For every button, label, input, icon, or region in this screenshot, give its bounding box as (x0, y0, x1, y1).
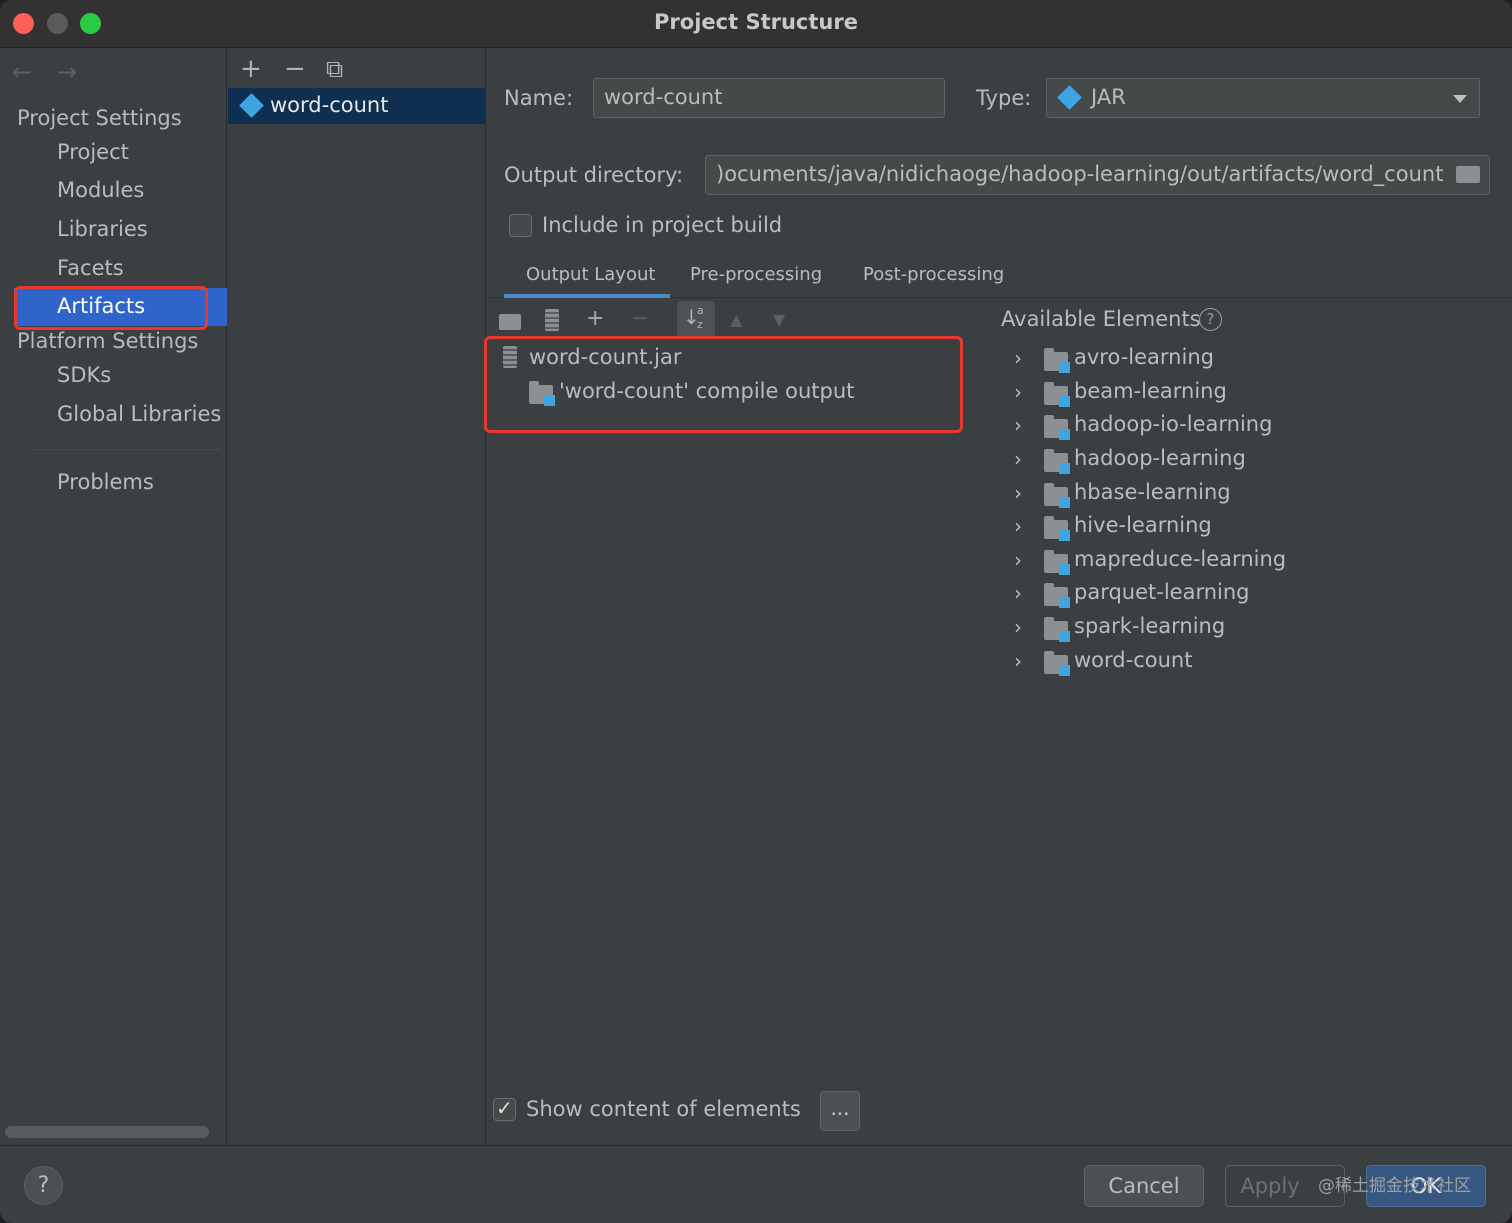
module-folder-icon (1044, 516, 1070, 541)
module-folder-icon (1044, 348, 1070, 373)
type-dropdown[interactable]: JAR (1046, 78, 1480, 118)
type-label: Type: (976, 86, 1032, 110)
include-in-build-label: Include in project build (542, 213, 783, 237)
title-bar: Project Structure (0, 0, 1512, 48)
chevron-right-icon[interactable]: › (1014, 346, 1022, 370)
sidebar-item-modules[interactable]: Modules (57, 178, 144, 202)
chevron-right-icon[interactable]: › (1014, 413, 1022, 437)
tab-post-processing[interactable]: Post-processing (863, 264, 1004, 285)
chevron-right-icon[interactable]: › (1014, 649, 1022, 673)
chevron-right-icon[interactable]: › (1014, 447, 1022, 471)
create-archive-icon[interactable] (545, 309, 559, 331)
module-folder-icon (1044, 382, 1070, 407)
help-button[interactable]: ? (24, 1166, 63, 1205)
back-arrow-icon[interactable]: ← (12, 58, 32, 86)
project-structure-window: Project Structure ← → Project Settings P… (0, 0, 1512, 1223)
show-content-checkbox[interactable]: ✓ (493, 1096, 516, 1121)
chevron-right-icon[interactable]: › (1014, 481, 1022, 505)
available-elements-header: Available Elements (1001, 307, 1201, 331)
sort-elements-button[interactable]: ↓ a z (677, 301, 715, 337)
available-element-label: hbase-learning (1074, 480, 1231, 504)
move-down-icon[interactable]: ▼ (773, 310, 785, 329)
output-directory-label: Output directory: (504, 163, 684, 187)
help-circle-icon[interactable]: ? (1199, 308, 1222, 331)
name-field[interactable]: word-count (593, 78, 945, 118)
module-folder-icon (1044, 583, 1070, 608)
sidebar-horizontal-scrollbar[interactable] (5, 1126, 209, 1138)
sidebar-divider (30, 449, 220, 450)
artifact-list-item[interactable]: word-count (228, 88, 485, 124)
name-label: Name: (504, 86, 574, 110)
type-dropdown-value: JAR (1091, 85, 1126, 109)
window-title: Project Structure (654, 10, 858, 34)
sidebar-item-facets[interactable]: Facets (57, 256, 124, 280)
watermark-text: @稀土掘金技术社区 (1318, 1176, 1471, 1196)
module-folder-icon (1044, 415, 1070, 440)
dialog-footer: ? Cancel Apply OK @稀土掘金技术社区 (0, 1145, 1512, 1223)
artifact-list-panel: + − ⧉ word-count (228, 48, 486, 1145)
chevron-right-icon[interactable]: › (1014, 581, 1022, 605)
include-in-build-checkbox[interactable] (509, 214, 532, 237)
remove-element-icon[interactable]: − (631, 306, 649, 331)
module-folder-icon (1044, 449, 1070, 474)
available-element-label: word-count (1074, 648, 1193, 672)
add-artifact-icon[interactable]: + (240, 54, 262, 84)
copy-artifact-icon[interactable]: ⧉ (326, 55, 343, 83)
module-folder-icon (1044, 617, 1070, 642)
available-element-label: avro-learning (1074, 345, 1214, 369)
forward-arrow-icon[interactable]: → (57, 58, 77, 86)
output-directory-value: )ocuments/java/nidichaoge/hadoop-learnin… (716, 162, 1444, 186)
chevron-right-icon[interactable]: › (1014, 380, 1022, 404)
layout-highlight-box (484, 336, 963, 433)
settings-sidebar: ← → Project Settings Project Modules Lib… (0, 48, 227, 1145)
tab-output-layout[interactable]: Output Layout (526, 264, 655, 285)
add-element-icon[interactable]: + (586, 306, 604, 331)
module-folder-icon (1044, 550, 1070, 575)
sidebar-item-global-libraries[interactable]: Global Libraries (57, 402, 221, 426)
show-content-label: Show content of elements (526, 1097, 801, 1121)
project-settings-header: Project Settings (17, 106, 182, 130)
folder-browse-icon[interactable] (1456, 166, 1480, 183)
available-element-label: hadoop-learning (1074, 446, 1246, 470)
apply-button-label: Apply (1240, 1174, 1300, 1198)
available-element-label: beam-learning (1074, 379, 1227, 403)
available-element-label: spark-learning (1074, 614, 1226, 638)
move-up-icon[interactable]: ▲ (730, 310, 742, 329)
available-element-label: mapreduce-learning (1074, 547, 1287, 571)
sidebar-item-project[interactable]: Project (57, 140, 129, 164)
artifact-list-item-label: word-count (270, 93, 389, 117)
create-directory-icon[interactable] (499, 314, 521, 330)
platform-settings-header: Platform Settings (17, 329, 199, 353)
output-directory-field[interactable]: )ocuments/java/nidichaoge/hadoop-learnin… (705, 155, 1490, 195)
checkmark-icon: ✓ (496, 1096, 513, 1120)
module-folder-icon (1044, 651, 1070, 676)
module-folder-icon (1044, 483, 1070, 508)
available-element-label: hive-learning (1074, 513, 1212, 537)
chevron-right-icon[interactable]: › (1014, 615, 1022, 639)
jar-type-icon (1057, 85, 1082, 110)
chevron-right-icon[interactable]: › (1014, 514, 1022, 538)
chevron-down-icon (1453, 95, 1467, 103)
artifacts-highlight-box (14, 286, 208, 330)
jar-artifact-icon (239, 93, 264, 118)
sidebar-item-sdks[interactable]: SDKs (57, 363, 111, 387)
available-element-label: parquet-learning (1074, 580, 1250, 604)
active-tab-indicator (504, 294, 670, 298)
cancel-button[interactable]: Cancel (1084, 1165, 1204, 1207)
show-content-options-button[interactable]: ... (820, 1091, 860, 1131)
tab-pre-processing[interactable]: Pre-processing (690, 264, 822, 285)
sidebar-item-libraries[interactable]: Libraries (57, 217, 148, 241)
artifact-details-panel: Name: word-count Type: JAR Output direct… (484, 48, 1512, 1145)
chevron-right-icon[interactable]: › (1014, 548, 1022, 572)
available-element-label: hadoop-io-learning (1074, 412, 1273, 436)
sidebar-item-problems[interactable]: Problems (57, 470, 154, 494)
remove-artifact-icon[interactable]: − (284, 54, 306, 84)
